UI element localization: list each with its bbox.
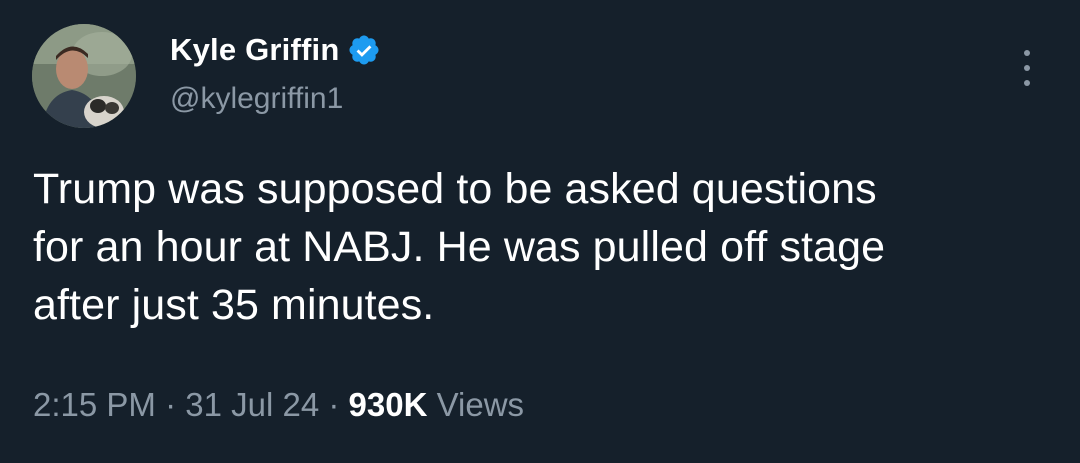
views-label: Views xyxy=(436,386,525,423)
author-handle[interactable]: @kylegriffin1 xyxy=(170,82,343,116)
more-dot xyxy=(1024,80,1030,86)
tweet-text: Trump was supposed to be asked questions… xyxy=(33,160,1053,334)
more-dot xyxy=(1024,65,1030,71)
tweet-time[interactable]: 2:15 PM xyxy=(33,386,156,423)
meta-separator: · xyxy=(165,386,177,423)
avatar-photo xyxy=(32,24,136,128)
display-name[interactable]: Kyle Griffin xyxy=(170,32,339,68)
tweet-text-line: after just 35 minutes. xyxy=(33,281,435,329)
tweet-meta: 2:15 PM · 31 Jul 24 · 930K Views xyxy=(33,386,524,424)
tweet-text-line: Trump was supposed to be asked questions xyxy=(33,165,877,213)
verified-badge-icon xyxy=(347,33,381,67)
views-count[interactable]: 930K xyxy=(349,386,428,423)
tweet-text-line: for an hour at NABJ. He was pulled off s… xyxy=(33,223,886,271)
author-name-row[interactable]: Kyle Griffin xyxy=(170,28,381,72)
tweet-card: Kyle Griffin @kylegriffin1 Trump was sup… xyxy=(0,0,1080,463)
more-dot xyxy=(1024,50,1030,56)
avatar[interactable] xyxy=(32,24,136,128)
more-options-icon[interactable] xyxy=(1010,48,1044,88)
meta-separator: · xyxy=(328,386,340,423)
tweet-date[interactable]: 31 Jul 24 xyxy=(185,386,319,423)
